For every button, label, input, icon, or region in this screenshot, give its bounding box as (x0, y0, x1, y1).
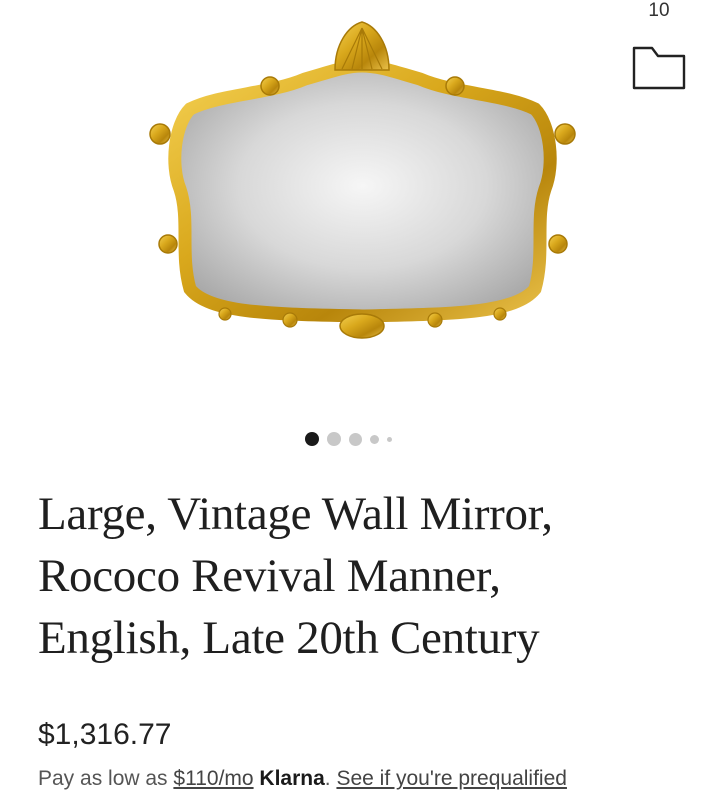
prequalify-link[interactable]: See if you're prequalified (336, 767, 567, 790)
carousel-dot[interactable] (327, 432, 341, 446)
carousel-dot[interactable] (387, 436, 392, 442)
carousel-pagination (305, 430, 392, 448)
carousel-dot[interactable] (349, 432, 362, 446)
product-price: $1,316.77 (38, 718, 172, 751)
carousel-dot[interactable] (370, 434, 379, 444)
carousel-dot[interactable] (305, 432, 319, 446)
financing-separator: . (324, 767, 337, 790)
klarna-logo: Klarna (259, 767, 325, 790)
monthly-payment-link[interactable]: $110/mo (173, 767, 253, 790)
mirror-image (149, 21, 576, 339)
folder-icon[interactable] (632, 44, 686, 90)
financing-line: Pay as low as $110/mo Klarna. See if you… (38, 767, 567, 791)
favorites-folder[interactable]: 10 (632, 0, 686, 90)
product-title: Large, Vintage Wall Mirror, Rococo Reviv… (38, 483, 678, 669)
product-title-line: Rococo Revival Manner, (38, 550, 501, 602)
product-image[interactable] (130, 14, 595, 354)
financing-prefix: Pay as low as (38, 767, 174, 790)
product-title-line: English, Late 20th Century (38, 612, 540, 664)
product-title-line: Large, Vintage Wall Mirror, (38, 488, 553, 540)
favorites-count: 10 (648, 0, 670, 21)
